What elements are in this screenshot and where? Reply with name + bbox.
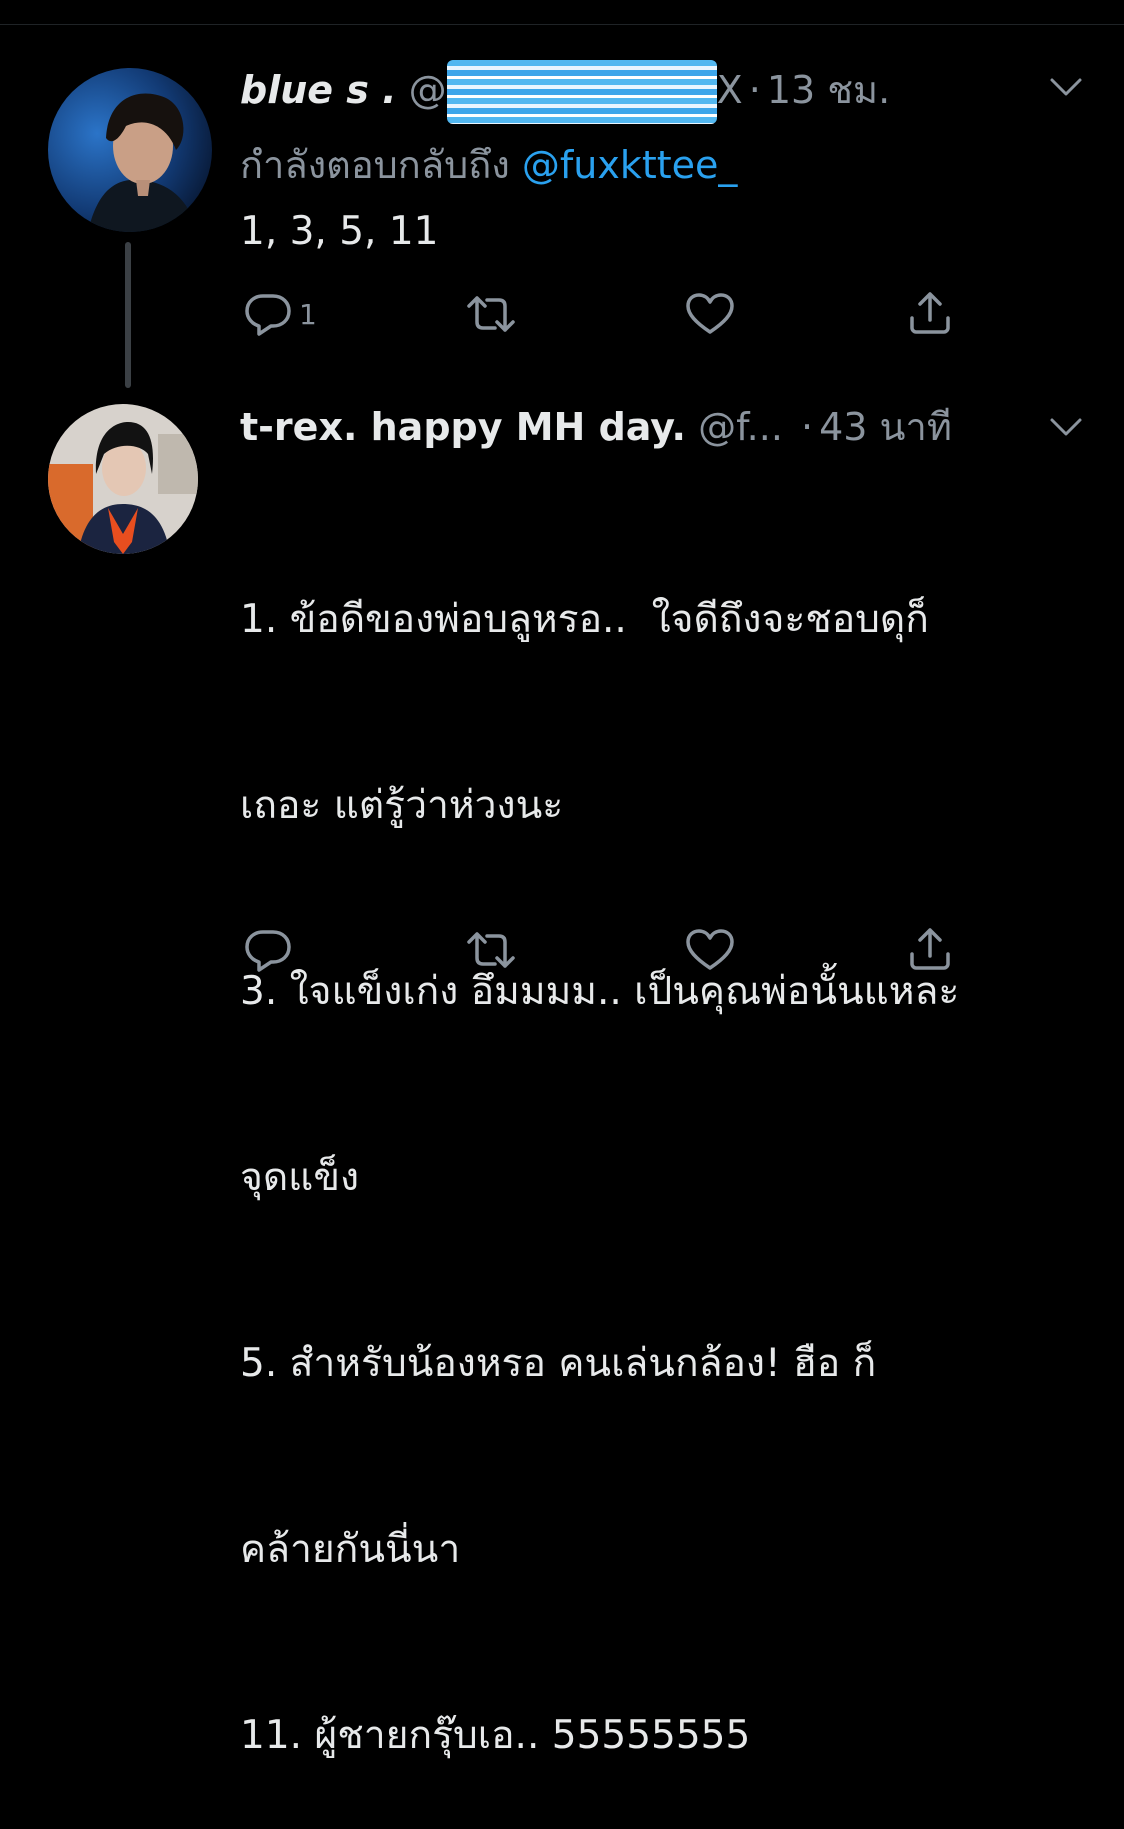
tweet-line: 3. ใจแข็งเก่ง อึมมมม.. เป็นคุณพ่อนั้นแหล…	[240, 969, 960, 1014]
mention-link[interactable]: @fuxkttee_	[522, 143, 738, 187]
redaction-mark	[446, 59, 717, 124]
tweet-line: 5. สำหรับน้องหรอ คนเล่นกล้อง! ฮือ ก็	[240, 1341, 877, 1386]
share-button[interactable]	[906, 288, 954, 336]
top-divider	[0, 24, 1124, 25]
like-icon	[686, 293, 734, 334]
thread-line	[125, 242, 131, 388]
like-button[interactable]	[685, 292, 735, 336]
retweet-icon	[467, 296, 515, 332]
avatar[interactable]	[48, 404, 198, 554]
handle[interactable]: @f...	[698, 405, 783, 449]
timestamp[interactable]: 43 นาที	[819, 405, 952, 449]
reply-icon	[245, 930, 291, 972]
avatar[interactable]	[48, 68, 212, 232]
share-icon	[910, 928, 950, 970]
reply-count: 1	[299, 297, 317, 331]
retweet-button[interactable]	[465, 928, 517, 972]
tweet-text: 1, 3, 5, 11	[240, 209, 439, 254]
tweet-line: 11. ผู้ชายกรุ๊บเอ.. 55555555	[240, 1713, 751, 1758]
chevron-down-icon[interactable]	[1046, 412, 1086, 446]
retweet-button[interactable]	[465, 292, 517, 336]
retweet-icon	[467, 932, 515, 968]
replying-prefix: กำลังตอบกลับถึง	[240, 143, 510, 187]
tweet-header: blue s . @ X · 13 ชม.	[240, 59, 890, 124]
tweet-body: 1. ข้อดีของพ่อบลูหรอ.. ใจดีถึงจะชอบดุก็ …	[240, 465, 959, 1829]
like-button[interactable]	[685, 928, 735, 972]
handle-start: @	[408, 68, 447, 112]
separator-dot: ·	[801, 405, 814, 449]
tweet-line: คล้ายกันนี่นา	[240, 1527, 461, 1572]
tweet-line: เถอะ แต่รู้ว่าห่วงนะ	[240, 783, 564, 828]
handle[interactable]: @ X	[408, 59, 743, 124]
share-icon	[910, 292, 950, 334]
display-name[interactable]: t-rex. happy MH day.	[240, 405, 686, 449]
replying-to: กำลังตอบกลับถึง @fuxkttee_	[240, 134, 737, 195]
separator-dot: ·	[748, 68, 761, 112]
like-icon	[686, 929, 734, 970]
share-button[interactable]	[906, 924, 954, 972]
tweet-line: จุดแข็ง	[240, 1155, 360, 1200]
display-name[interactable]: blue s .	[240, 68, 397, 112]
reply-icon	[245, 294, 291, 336]
tweet-header: t-rex. happy MH day. @f... · 43 นาที	[240, 405, 952, 449]
timestamp[interactable]: 13 ชม.	[767, 68, 890, 112]
handle-end: X	[716, 68, 743, 112]
reply-button[interactable]: 1	[243, 290, 317, 338]
chevron-down-icon[interactable]	[1046, 72, 1086, 106]
tweet-line: 1. ข้อดีของพ่อบลูหรอ.. ใจดีถึงจะชอบดุก็	[240, 597, 929, 642]
reply-button[interactable]	[243, 926, 293, 974]
